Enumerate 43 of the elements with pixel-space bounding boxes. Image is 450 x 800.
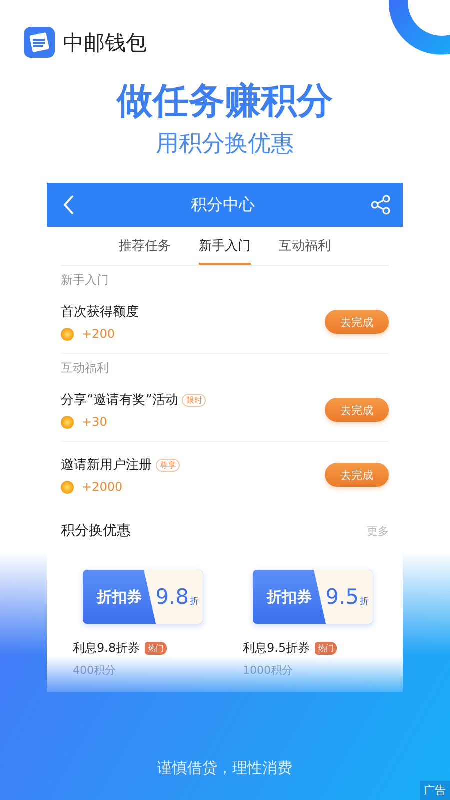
coupon-name: 利息9.8折券 [73,640,140,657]
disclaimer-text: 谨慎借贷，理性消费 [156,759,294,778]
discount-unit: 折 [360,596,369,608]
section-title: 新手入门 [60,272,110,289]
screen-title: 积分中心 [191,194,255,216]
coin-icon [61,480,74,494]
tab[interactable]: 互动福利 [279,227,331,265]
coupon-name: 利息9.5折券 [243,640,310,657]
points-value: +2000 [82,480,123,494]
coin-icon [61,416,74,428]
app-name: 中邮钱包 [63,30,147,56]
wallet-logo-icon [24,27,55,58]
coupon-label: 折扣券 [266,588,312,606]
hot-tag: 热门 [315,642,338,655]
complete-button[interactable]: 去完成 [325,398,389,422]
tab[interactable]: 新手入门 [199,227,251,265]
task-name: 分享“邀请有奖”活动 [61,392,178,409]
subheadline: 用积分换优惠 [155,130,295,159]
section-title: 互动福利 [60,360,110,377]
section-title: 积分换优惠 [61,522,131,540]
discount-value: 9.8 [156,585,189,609]
points-value: +200 [82,327,115,341]
coupon-label: 折扣券 [96,588,142,606]
coin-icon [61,328,74,340]
discount-value: 9.5 [326,585,359,609]
ad-label: 广告 [420,781,450,800]
coupon-card[interactable]: 折扣券 9.8 折 [83,570,203,624]
points-cost: 1000积分 [243,663,294,678]
share-icon[interactable] [371,195,391,215]
complete-button[interactable]: 去完成 [325,463,389,487]
task-tag: 限时 [182,394,206,406]
hot-tag: 热门 [145,642,168,655]
headline: 做任务赚积分 [115,80,334,124]
tab[interactable]: 推荐任务 [119,227,171,265]
task-name: 邀请新用户注册 [61,457,152,474]
discount-unit: 折 [190,596,199,608]
task-name: 首次获得额度 [61,304,139,321]
points-value: +30 [82,415,108,429]
complete-button[interactable]: 去完成 [325,310,389,334]
coupon-card[interactable]: 折扣券 9.5 折 [253,570,373,624]
task-tag: 尊享 [156,458,180,472]
points-cost: 400积分 [73,663,117,678]
back-icon[interactable] [63,195,75,215]
